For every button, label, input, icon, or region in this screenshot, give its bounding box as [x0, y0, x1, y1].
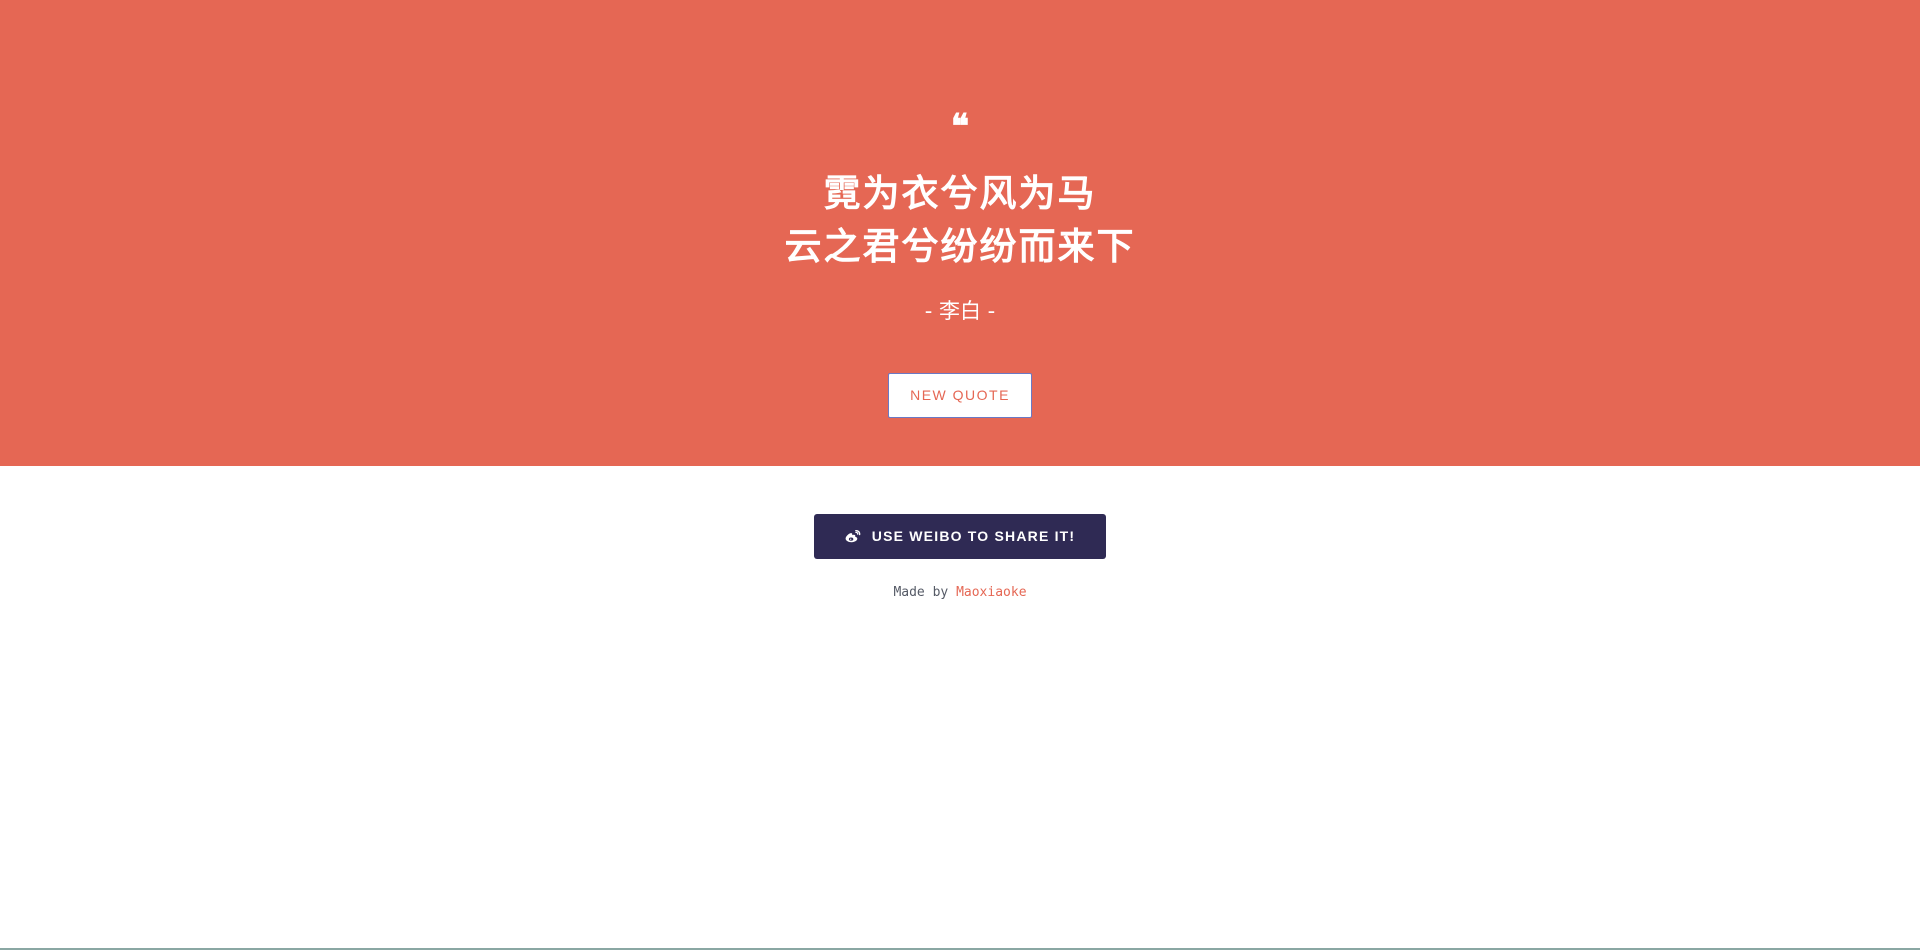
share-weibo-label: USE WEIBO TO SHARE IT! — [871, 528, 1076, 544]
quote-text: 霓为衣兮风为马 云之君兮纷纷而来下 — [0, 167, 1920, 273]
quote-left-icon: ❝ — [950, 107, 970, 147]
quote-line: 云之君兮纷纷而来下 — [784, 225, 1136, 268]
quote-line: 霓为衣兮风为马 — [823, 172, 1097, 215]
share-weibo-button[interactable]: USE WEIBO TO SHARE IT! — [814, 514, 1106, 559]
quote-author: - 李白 - — [924, 299, 996, 323]
weibo-icon — [845, 529, 861, 543]
author-link[interactable]: Maoxiaoke — [956, 585, 1026, 600]
footer-credit: Made by Maoxiaoke — [0, 583, 1920, 603]
new-quote-button[interactable]: NEW QUOTE — [888, 373, 1032, 418]
made-by-label: Made by — [893, 585, 949, 600]
quote-hero: ❝ 霓为衣兮风为马 云之君兮纷纷而来下 - 李白 - NEW QUOTE — [0, 0, 1920, 466]
